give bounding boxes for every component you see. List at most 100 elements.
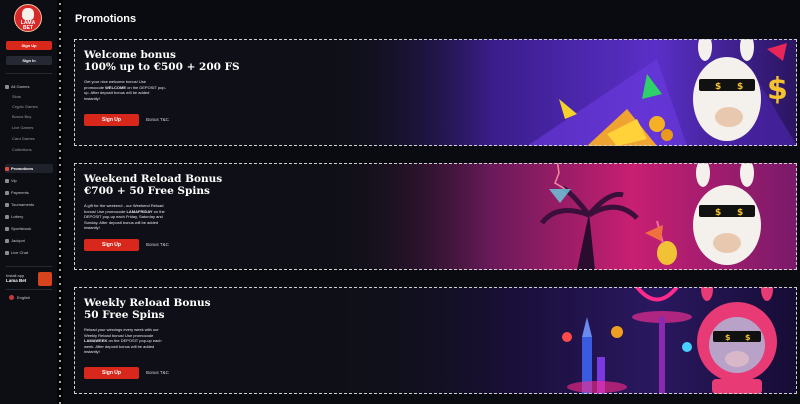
promo-art-weekly: $ $ — [327, 287, 797, 394]
separator-dot — [59, 283, 61, 285]
crown-icon — [5, 178, 9, 183]
ball-icon — [5, 226, 9, 231]
separator-dot — [59, 157, 61, 159]
promo-card-weekly-reload: $ $ Weekly Reload Bonus 50 Free Spins Rel… — [74, 287, 797, 394]
separator-dot — [59, 262, 61, 264]
promo-art-weekend: $ $ — [327, 163, 797, 270]
install-app-name: Lama Bet — [6, 278, 27, 283]
separator-dot — [59, 325, 61, 327]
promo-description: Reload your winnings every week with our… — [84, 327, 162, 354]
sidebar-divider — [6, 266, 52, 267]
separator-dot — [59, 52, 61, 54]
separator-dot — [59, 143, 61, 145]
gift-icon — [5, 166, 9, 171]
trophy-icon — [5, 202, 9, 207]
sidebar-item-jackpot[interactable]: Jackpot — [5, 236, 53, 245]
sidebar-divider — [6, 73, 52, 74]
separator-dot — [59, 101, 61, 103]
separator-dot — [59, 31, 61, 33]
separator-dot — [59, 353, 61, 355]
separator-dot — [59, 304, 61, 306]
separator-dot — [59, 122, 61, 124]
bonus-terms-link[interactable]: Bonus T&C — [146, 114, 169, 126]
sidebar-subitem-card-games[interactable]: Card Games — [5, 134, 53, 143]
separator-dot — [59, 115, 61, 117]
promo-card-weekend-reload: $ $ Weekend Reload Bonus €700 + 50 Free S… — [74, 163, 797, 270]
separator-dot — [59, 290, 61, 292]
separator-dot — [59, 73, 61, 75]
sidebar-item-live-chat[interactable]: Live Chat — [5, 248, 53, 257]
separator-dot — [59, 87, 61, 89]
promo-card-welcome: $ $ $ Welcome bonus 100% up to €500 + 200… — [74, 39, 797, 146]
separator-dot — [59, 395, 61, 397]
logo-text: LAMA BET — [20, 20, 36, 31]
sidebar-item-lottery[interactable]: Lottery — [5, 212, 53, 221]
install-app-banner[interactable]: Install app Lama Bet — [5, 271, 53, 287]
sidebar-item-promotions[interactable]: Promotions — [5, 164, 53, 173]
separator-dot — [59, 332, 61, 334]
sidebar-subitem-collections[interactable]: Collections — [5, 145, 53, 154]
sidebar-item-label: Payments — [11, 190, 29, 195]
language-selector[interactable]: English — [5, 293, 53, 302]
separator-dot — [59, 150, 61, 152]
separator-dot — [59, 318, 61, 320]
separator-dot — [59, 220, 61, 222]
sidebar-item-label: Jackpot — [11, 238, 25, 243]
sidebar-item-label: Live Chat — [11, 250, 28, 255]
promo-description: A gift for the weekend - our Weekend Rel… — [84, 203, 165, 230]
separator-dot — [59, 255, 61, 257]
wallet-icon — [5, 190, 9, 195]
signup-button[interactable]: Sign Up — [84, 114, 139, 126]
sidebar: LAMA BET Sign Up Sign In All Games Slots… — [0, 0, 57, 404]
sidebar-item-label: Lottery — [11, 214, 24, 219]
sidebar-signup-button[interactable]: Sign Up — [6, 41, 52, 50]
svg-text:$: $ — [737, 208, 743, 218]
sidebar-item-sportsbook[interactable]: Sportsbook — [5, 224, 53, 233]
ticket-icon — [5, 214, 9, 219]
sidebar-subitem-bonus-buy[interactable]: Bonus Buy — [5, 112, 53, 121]
separator-dot — [59, 164, 61, 166]
bonus-terms-link[interactable]: Bonus T&C — [146, 367, 169, 379]
separator-dot — [59, 241, 61, 243]
separator-dot — [59, 108, 61, 110]
bonus-terms-link[interactable]: Bonus T&C — [146, 239, 169, 251]
svg-text:$: $ — [767, 72, 788, 107]
separator-dot — [59, 66, 61, 68]
sidebar-item-all-games[interactable]: All Games — [5, 82, 53, 91]
separator-dot — [59, 45, 61, 47]
sidebar-item-label: Sportsbook — [11, 226, 32, 231]
brand-logo[interactable]: LAMA BET — [14, 4, 42, 34]
separator-dot — [59, 213, 61, 215]
svg-text:$: $ — [745, 333, 751, 342]
separator-dot — [59, 311, 61, 313]
promo-title: Weekend Reload Bonus €700 + 50 Free Spins — [84, 173, 223, 197]
sidebar-item-tournaments[interactable]: Tournaments — [5, 200, 53, 209]
sidebar-item-vip[interactable]: Vip — [5, 176, 53, 185]
svg-text:$: $ — [737, 82, 743, 92]
promo-title: Weekly Reload Bonus 50 Free Spins — [84, 297, 211, 321]
sidebar-signin-button[interactable]: Sign In — [6, 56, 52, 65]
sidebar-item-label: Tournaments — [11, 202, 35, 207]
separator-dot — [59, 269, 61, 271]
separator-dot — [59, 192, 61, 194]
separator-dot — [59, 360, 61, 362]
sidebar-item-payments[interactable]: Payments — [5, 188, 53, 197]
separator-dot — [59, 381, 61, 383]
sidebar-item-label: All Games — [11, 84, 30, 89]
promo-title: Welcome bonus 100% up to €500 + 200 FS — [84, 49, 240, 73]
separator-dot — [59, 24, 61, 26]
signup-button[interactable]: Sign Up — [84, 367, 139, 379]
separator-dot — [59, 388, 61, 390]
signup-button[interactable]: Sign Up — [84, 239, 139, 251]
chat-icon — [5, 250, 9, 255]
sidebar-item-label: Vip — [11, 178, 17, 183]
svg-text:$: $ — [715, 82, 721, 92]
sidebar-subitem-live-games[interactable]: Live Games — [5, 123, 53, 132]
promo-description: Get your nice welcome bonus! Use promoco… — [84, 79, 166, 101]
coins-icon — [5, 238, 9, 243]
language-label: English — [17, 295, 31, 300]
main-content: Promotions $ $ $ Welcome bonus 100% up t… — [63, 0, 800, 404]
sidebar-subitem-slots[interactable]: Slots — [5, 92, 53, 101]
sidebar-subitem-crypto-games[interactable]: Crypto Games — [5, 102, 53, 111]
separator-dot — [59, 38, 61, 40]
